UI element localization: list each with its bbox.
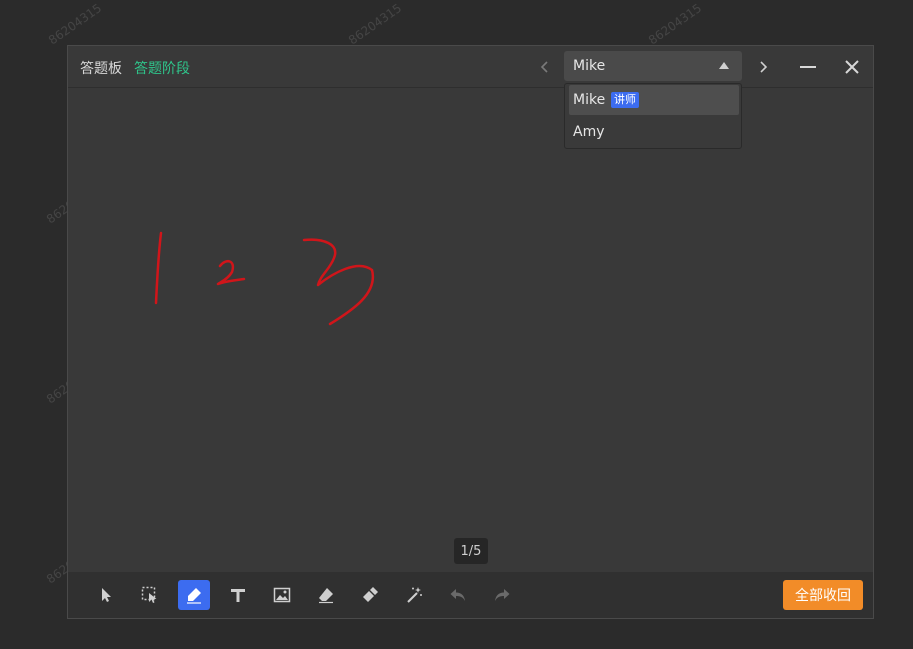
pointer-icon bbox=[102, 588, 111, 602]
handwritten-digit-1 bbox=[154, 231, 163, 305]
chevron-left-icon bbox=[540, 61, 548, 73]
next-student-button[interactable] bbox=[751, 55, 775, 79]
clear-brush-tool-button[interactable] bbox=[354, 580, 386, 610]
student-option-name: Mike bbox=[573, 92, 606, 108]
page-indicator: 1/5 bbox=[454, 538, 488, 564]
text-tool-button[interactable] bbox=[222, 580, 254, 610]
window-title: 答题板 bbox=[80, 61, 122, 77]
redo-icon bbox=[495, 589, 510, 601]
watermark: 86204315 bbox=[646, 0, 705, 48]
watermark: 86204315 bbox=[346, 0, 405, 48]
prev-student-button[interactable] bbox=[533, 55, 557, 79]
undo-button[interactable] bbox=[442, 580, 474, 610]
magic-wand-tool-button[interactable] bbox=[398, 580, 430, 610]
caret-up-icon bbox=[719, 62, 729, 69]
student-select[interactable]: Mike bbox=[564, 51, 742, 81]
answer-board-window: 答题板 答题阶段 Mike Mike 讲师 Amy 1/5 全部收回 bbox=[67, 45, 874, 619]
stage-label: 答题阶段 bbox=[134, 61, 190, 77]
chevron-right-icon bbox=[760, 61, 768, 73]
redo-button[interactable] bbox=[486, 580, 518, 610]
image-icon bbox=[273, 587, 291, 603]
minimize-button[interactable] bbox=[795, 55, 821, 79]
pen-icon bbox=[187, 588, 201, 604]
area-select-tool-button[interactable] bbox=[134, 580, 166, 610]
student-option-amy[interactable]: Amy bbox=[569, 117, 739, 147]
student-select-value: Mike bbox=[573, 58, 606, 74]
handwriting-layer bbox=[154, 231, 375, 326]
area-select-icon bbox=[141, 586, 157, 603]
teacher-badge: 讲师 bbox=[611, 92, 639, 108]
brush-icon bbox=[363, 587, 378, 602]
magic-wand-icon bbox=[407, 587, 422, 603]
title-bar: 答题板 答题阶段 Mike bbox=[68, 46, 873, 88]
pen-tool-button[interactable] bbox=[178, 580, 210, 610]
drawing-canvas[interactable] bbox=[68, 88, 873, 572]
eraser-tool-button[interactable] bbox=[310, 580, 342, 610]
student-option-mike[interactable]: Mike 讲师 bbox=[569, 85, 739, 115]
student-dropdown: Mike 讲师 Amy bbox=[564, 83, 742, 149]
pointer-tool-button[interactable] bbox=[90, 580, 122, 610]
image-tool-button[interactable] bbox=[266, 580, 298, 610]
eraser-icon bbox=[319, 588, 333, 604]
handwritten-digit-3 bbox=[302, 238, 375, 326]
watermark: 86204315 bbox=[46, 0, 105, 48]
close-button[interactable] bbox=[839, 55, 865, 79]
undo-icon bbox=[450, 589, 465, 601]
minimize-icon bbox=[800, 66, 816, 68]
toolbar: 全部收回 bbox=[68, 572, 873, 618]
close-icon bbox=[845, 60, 859, 74]
text-icon bbox=[231, 589, 245, 602]
handwritten-digit-2 bbox=[216, 259, 246, 286]
collapse-all-button[interactable]: 全部收回 bbox=[783, 580, 863, 610]
student-option-name: Amy bbox=[573, 124, 605, 140]
